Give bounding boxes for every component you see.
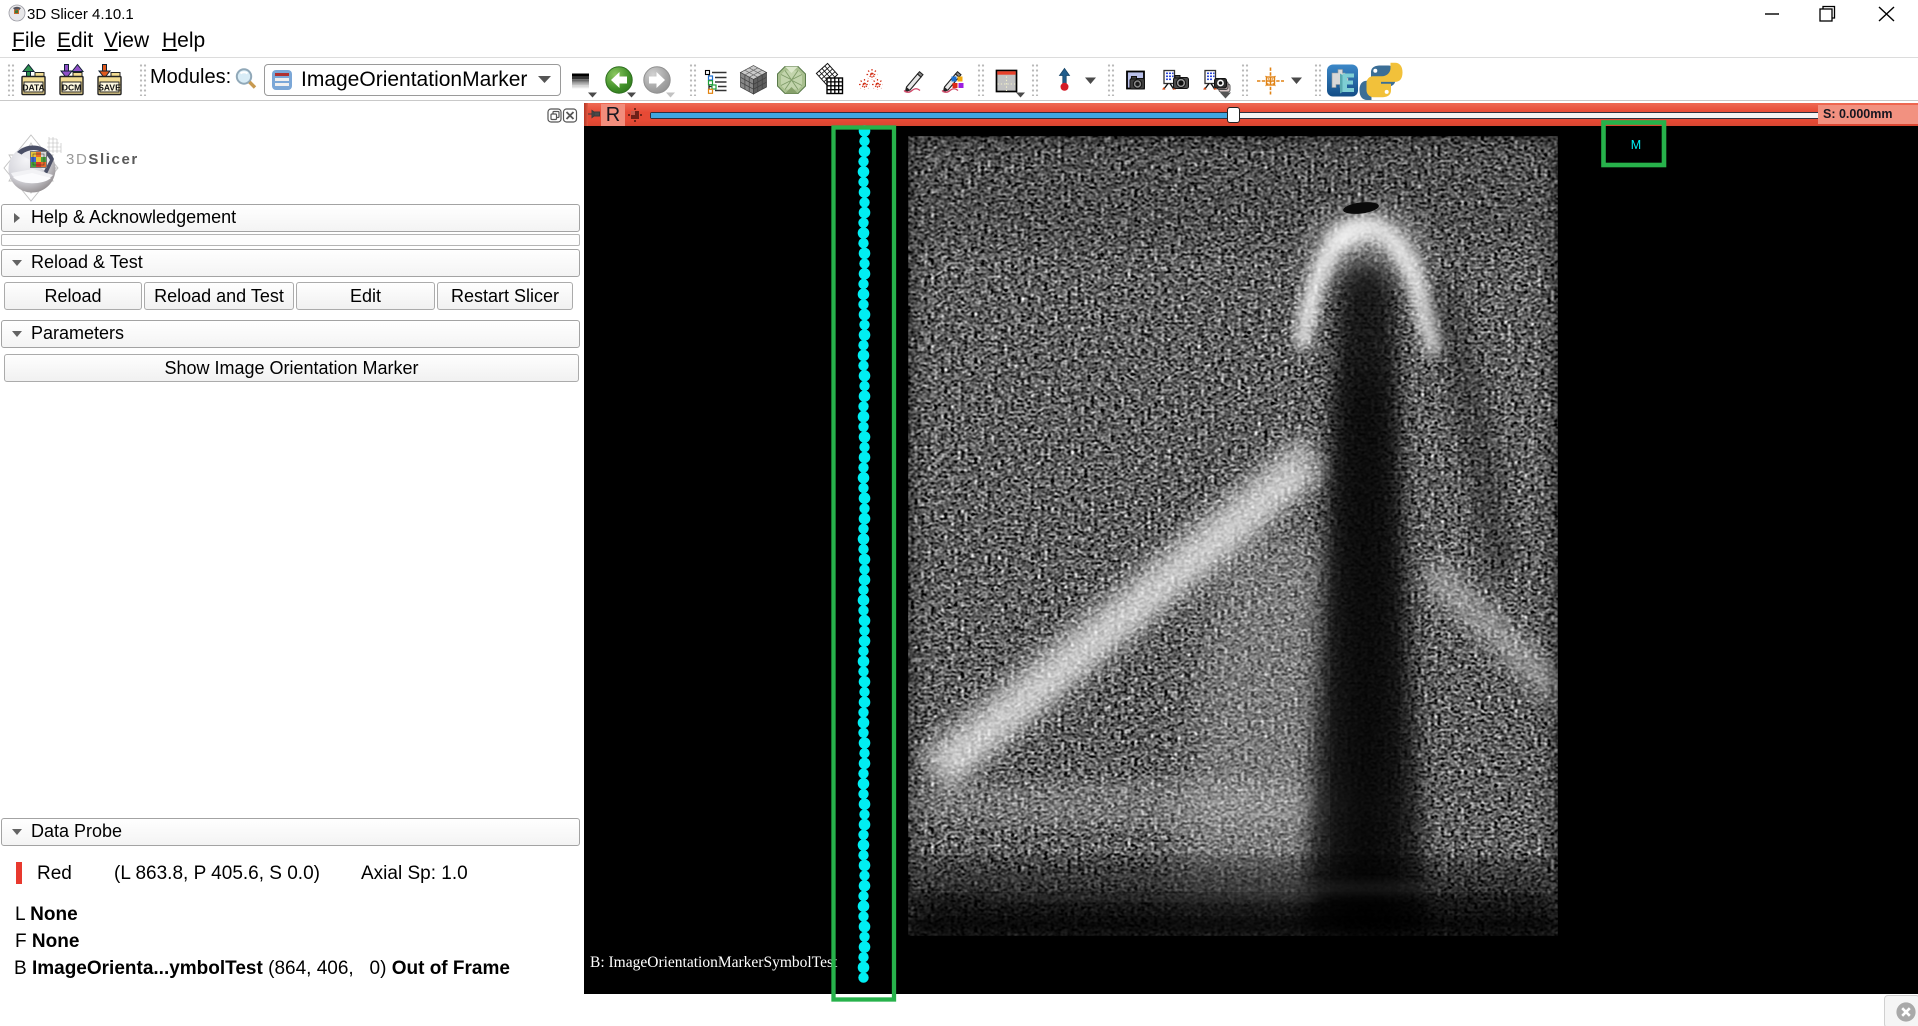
svg-text:SAVE: SAVE xyxy=(98,83,121,93)
svg-text:DATA: DATA xyxy=(22,83,44,93)
svg-text:DCM: DCM xyxy=(62,83,81,93)
